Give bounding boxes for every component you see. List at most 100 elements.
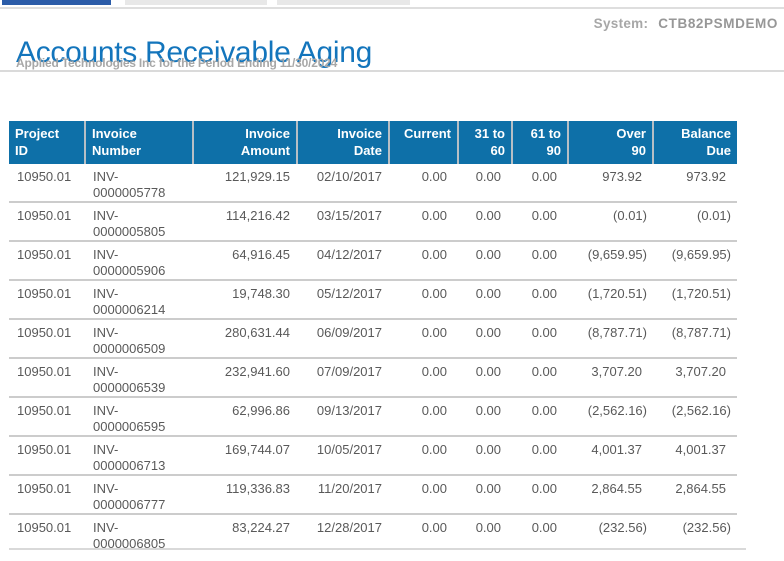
header-divider [0,70,784,72]
cell-invoice-date: 04/12/2017 [297,241,389,280]
cell-invoice-amount: 119,336.83 [193,475,297,514]
cell-invoice-amount: 114,216.42 [193,202,297,241]
invoice-number-text: INV-0000006805 [93,520,171,550]
invoice-number-text: INV-0000006595 [93,403,171,435]
cell-31-to-60: 0.00 [458,397,512,436]
cell-invoice-date: 12/28/2017 [297,514,389,550]
table-row: 10950.01INV-0000005805114,216.4203/15/20… [9,202,737,241]
tab-strip-divider [0,7,784,9]
cell-balance-due: (8,787.71) [653,319,737,358]
cell-31-to-60: 0.00 [458,514,512,550]
cell-61-to-90: 0.00 [512,202,568,241]
cell-invoice-amount: 64,916.45 [193,241,297,280]
table-row: 10950.01INV-0000006777 119,336.8311/20/20… [9,475,737,514]
cell-over-90: (9,659.95) [568,241,653,280]
cell-project-id: 10950.01 [9,358,85,397]
cell-current: 0.00 [389,475,458,514]
cell-balance-due: (0.01) [653,202,737,241]
table-row: 10950.01INV-0000006539 232,941.6007/09/20… [9,358,737,397]
cell-balance-due: 973.92 [653,164,737,202]
cell-over-90: 973.92 [568,164,653,202]
cell-over-90: (232.56) [568,514,653,550]
cell-balance-due: 4,001.37 [653,436,737,475]
accounts-receivable-aging-table: ProjectIDInvoiceNumberInvoiceAmountInvoi… [9,121,737,550]
cell-61-to-90: 0.00 [512,319,568,358]
cell-invoice-date: 11/20/2017 [297,475,389,514]
cell-current: 0.00 [389,397,458,436]
cell-balance-due: (232.56) [653,514,737,550]
cell-invoice-date: 07/09/2017 [297,358,389,397]
invoice-number-text: INV-0000006539 [93,364,171,396]
cell-over-90: (8,787.71) [568,319,653,358]
table-row: 10950.01INV-0000005906 64,916.4504/12/201… [9,241,737,280]
cell-over-90: 2,864.55 [568,475,653,514]
cell-61-to-90: 0.00 [512,397,568,436]
cell-balance-due: (9,659.95) [653,241,737,280]
cell-project-id: 10950.01 [9,164,85,202]
cell-31-to-60: 0.00 [458,280,512,319]
cell-61-to-90: 0.00 [512,280,568,319]
cell-current: 0.00 [389,436,458,475]
column-header-over-90: Over90 [568,121,653,164]
cell-invoice-amount: 169,744.07 [193,436,297,475]
tab-1[interactable] [2,0,111,5]
cell-31-to-60: 0.00 [458,202,512,241]
table-row: 10950.01INV-0000006595 62,996.8609/13/201… [9,397,737,436]
cell-over-90: 4,001.37 [568,436,653,475]
cell-invoice-amount: 232,941.60 [193,358,297,397]
cell-31-to-60: 0.00 [458,436,512,475]
cell-over-90: 3,707.20 [568,358,653,397]
table-row: 10950.01INV-000000680583,224.2712/28/201… [9,514,737,550]
tab-3[interactable] [277,0,410,5]
column-header-invoice-amount: InvoiceAmount [193,121,297,164]
cell-invoice-amount: 280,631.44 [193,319,297,358]
cell-invoice-number: INV-0000006214 [85,280,193,319]
cell-over-90: (1,720.51) [568,280,653,319]
cell-current: 0.00 [389,319,458,358]
cell-invoice-number: INV-0000006595 [85,397,193,436]
cell-current: 0.00 [389,280,458,319]
cell-invoice-number: INV-0000006539 [85,358,193,397]
cell-current: 0.00 [389,202,458,241]
cell-project-id: 10950.01 [9,475,85,514]
table-row: 10950.01INV-0000006509280,631.4406/09/20… [9,319,737,358]
tab-2[interactable] [125,0,267,5]
cell-invoice-amount: 62,996.86 [193,397,297,436]
cell-31-to-60: 0.00 [458,164,512,202]
cell-current: 0.00 [389,358,458,397]
cell-project-id: 10950.01 [9,397,85,436]
cell-invoice-number: INV-0000005805 [85,202,193,241]
column-header-31-to-60: 31 to60 [458,121,512,164]
invoice-number-text: INV-0000005906 [93,247,171,279]
column-header-project-id: ProjectID [9,121,85,164]
cell-balance-due: 3,707.20 [653,358,737,397]
cell-current: 0.00 [389,241,458,280]
cell-balance-due: (2,562.16) [653,397,737,436]
column-header-invoice-date: InvoiceDate [297,121,389,164]
table-header: ProjectIDInvoiceNumberInvoiceAmountInvoi… [9,121,737,164]
table-row: 10950.01INV-000000621419,748.3005/12/201… [9,280,737,319]
cell-over-90: (2,562.16) [568,397,653,436]
cell-invoice-date: 06/09/2017 [297,319,389,358]
table-row: 10950.01INV-0000006713169,744.0710/05/20… [9,436,737,475]
cell-project-id: 10950.01 [9,280,85,319]
cell-61-to-90: 0.00 [512,358,568,397]
cell-61-to-90: 0.00 [512,241,568,280]
cell-project-id: 10950.01 [9,319,85,358]
column-header-61-to-90: 61 to90 [512,121,568,164]
invoice-number-text: INV-0000005778 [93,169,171,201]
cell-project-id: 10950.01 [9,241,85,280]
table-row: 10950.01INV-0000005778 121,929.1502/10/20… [9,164,737,202]
cell-balance-due: 2,864.55 [653,475,737,514]
cell-invoice-date: 03/15/2017 [297,202,389,241]
report-table-viewport: ProjectIDInvoiceNumberInvoiceAmountInvoi… [9,121,746,550]
cell-over-90: (0.01) [568,202,653,241]
column-header-balance-due: BalanceDue [653,121,737,164]
cell-invoice-amount: 83,224.27 [193,514,297,550]
invoice-number-text: INV-0000006777 [93,481,171,513]
cell-invoice-date: 09/13/2017 [297,397,389,436]
cell-invoice-date: 02/10/2017 [297,164,389,202]
cell-project-id: 10950.01 [9,436,85,475]
cell-invoice-amount: 121,929.15 [193,164,297,202]
cell-current: 0.00 [389,514,458,550]
